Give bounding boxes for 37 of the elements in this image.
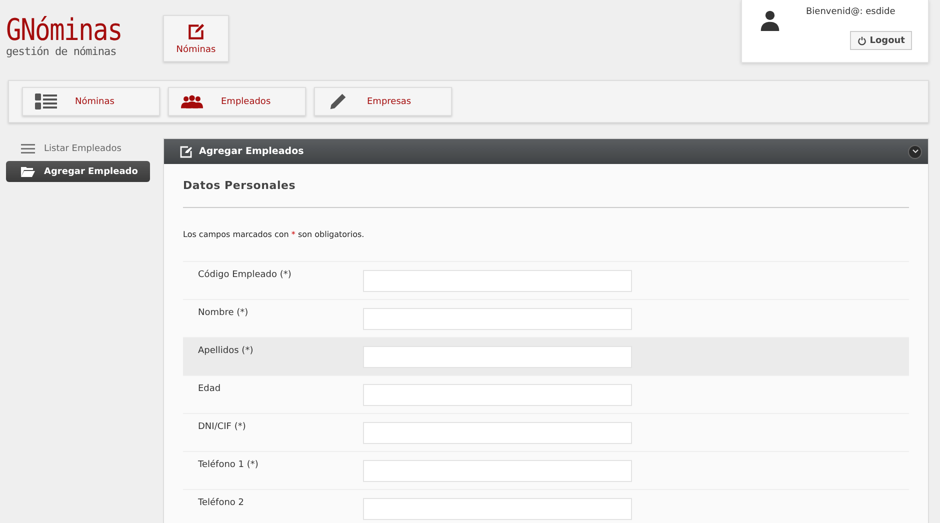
- input-field[interactable]: [363, 384, 632, 406]
- edit-icon: [180, 146, 192, 158]
- sidebar-item[interactable]: Agregar Empleado: [6, 161, 150, 182]
- nav-button[interactable]: Empresas: [314, 87, 452, 116]
- folder-icon: [21, 166, 35, 176]
- input-field[interactable]: [363, 308, 632, 330]
- section-title: Datos Personales: [183, 179, 297, 192]
- nav-button[interactable]: Nóminas: [22, 87, 160, 116]
- logo-title: GNóminas: [6, 16, 124, 46]
- field-label: Código Empleado (*): [197, 270, 292, 280]
- people-icon: [181, 93, 203, 110]
- input-field[interactable]: [363, 346, 632, 368]
- menu-icon: [21, 144, 35, 154]
- field-label: Edad: [197, 384, 222, 394]
- field-label: Nombre (*): [197, 308, 250, 318]
- required-notice: Los campos marcados con * son obligatorios.: [183, 230, 366, 239]
- logout-button[interactable]: Logout: [850, 31, 912, 50]
- nominas-button[interactable]: Nóminas: [163, 15, 229, 62]
- list-icon: [35, 93, 57, 110]
- field-label: Teléfono 2: [197, 498, 246, 508]
- input-field[interactable]: [363, 270, 632, 292]
- input-field[interactable]: [363, 498, 632, 520]
- input-field[interactable]: [363, 422, 632, 444]
- edit-icon: [187, 22, 205, 40]
- input-field[interactable]: [363, 460, 632, 482]
- welcome-text: Bienvenid@: esdide: [806, 7, 896, 17]
- panel-title: Agregar Empleados: [199, 146, 304, 157]
- collapse-button[interactable]: [908, 144, 922, 158]
- nav-button[interactable]: Empleados: [168, 87, 306, 116]
- user-icon: [759, 8, 781, 32]
- chevron-down-icon: [912, 149, 918, 154]
- power-icon: [856, 36, 867, 46]
- field-label: DNI/CIF (*): [197, 422, 247, 432]
- logo-subtitle: gestión de nóminas: [6, 46, 118, 58]
- sidebar-item[interactable]: Listar Empleados: [6, 138, 150, 159]
- field-label: Apellidos (*): [197, 346, 254, 356]
- field-label: Teléfono 1 (*): [197, 460, 260, 470]
